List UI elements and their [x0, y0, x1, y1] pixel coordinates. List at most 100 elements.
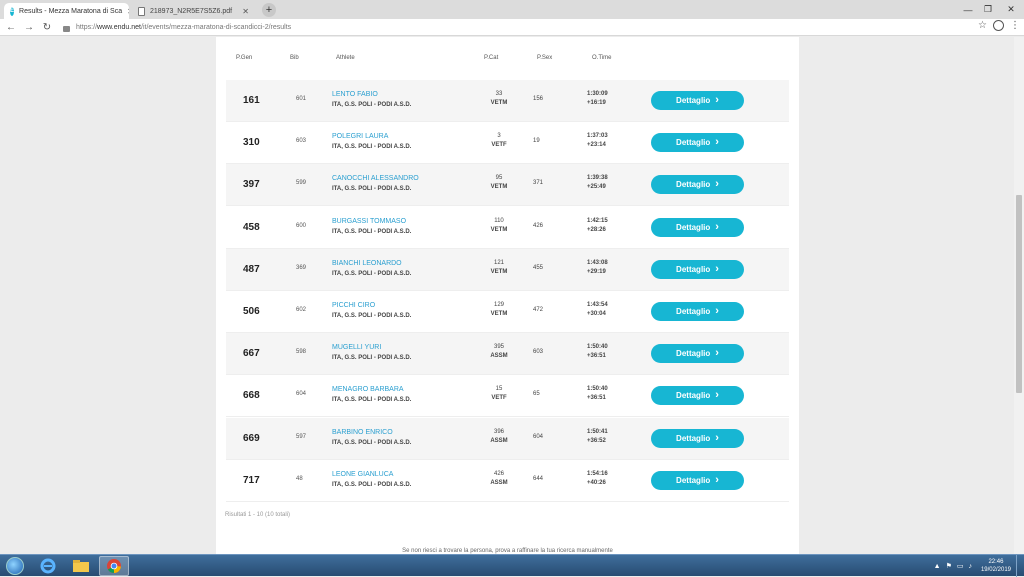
position: 161 — [243, 95, 260, 106]
detail-button[interactable]: Dettaglio › — [651, 470, 744, 490]
athlete-name-link[interactable]: BIANCHI LEONARDO — [332, 260, 402, 267]
athlete-club: ITA, G.S. POLI - PODI A.S.D. — [332, 102, 412, 108]
clock[interactable]: 22:46 19/02/2019 — [981, 558, 1011, 574]
bookmark-star-icon[interactable]: ☆ — [978, 20, 987, 31]
detail-button-label: Dettaglio — [676, 96, 711, 105]
category-code: VETF — [491, 142, 507, 149]
official-time: 1:43:54 — [587, 302, 608, 308]
detail-button-label: Dettaglio — [676, 475, 711, 485]
flag-icon[interactable]: ⚑ — [946, 562, 952, 570]
back-icon[interactable]: ← — [4, 20, 18, 34]
reload-icon[interactable]: ↻ — [40, 20, 54, 34]
bib-number: 597 — [296, 433, 307, 440]
page-scrollbar[interactable] — [1014, 37, 1024, 554]
url-scheme: https:// — [76, 24, 98, 31]
sex-position: 455 — [533, 264, 544, 271]
detail-button[interactable]: Dettaglio › — [651, 91, 744, 110]
menu-kebab-icon[interactable]: ⋮ — [1010, 20, 1020, 31]
sex-position: 644 — [533, 475, 544, 482]
official-time: 1:42:15 — [587, 217, 608, 224]
sex-position: 65 — [533, 391, 540, 398]
position: 668 — [243, 390, 260, 402]
time-gap: +30:04 — [587, 311, 606, 317]
sex-position: 604 — [533, 433, 544, 440]
athlete-name-link[interactable]: BURGASSI TOMMASO — [332, 218, 406, 225]
position: 667 — [243, 348, 260, 360]
network-icon[interactable]: ▭ — [957, 562, 964, 570]
athlete-name-link[interactable]: MENAGRO BARBARA — [332, 386, 404, 393]
detail-button[interactable]: Dettaglio › — [651, 259, 744, 279]
detail-button[interactable]: Dettaglio › — [651, 175, 744, 195]
detail-button[interactable]: Dettaglio › — [651, 133, 744, 153]
clock-time: 22:46 — [988, 559, 1004, 565]
tab-results[interactable]: E Results - Mezza Maratona di Sca ✕ — [4, 3, 129, 19]
category-code: ASSM — [490, 437, 508, 444]
volume-icon[interactable]: ♪ — [968, 563, 972, 570]
athlete-name-link[interactable]: BARBINO ENRICO — [332, 429, 393, 436]
category-position: 110 — [494, 217, 504, 224]
detail-button[interactable]: Dettaglio › — [651, 386, 744, 406]
athlete-name-link[interactable]: LEONE GIANLUCA — [332, 471, 393, 478]
time-gap: +25:49 — [587, 184, 606, 191]
athlete-club: ITA, G.S. POLI - PODI A.S.D. — [332, 481, 412, 488]
athlete-club: ITA, G.S. POLI - PODI A.S.D. — [332, 397, 412, 404]
chevron-right-icon: › — [715, 262, 719, 275]
chevron-right-icon: › — [715, 431, 719, 444]
official-time: 1:50:40 — [587, 344, 608, 351]
window-close-icon[interactable]: ✕ — [998, 0, 1024, 19]
detail-button-label: Dettaglio — [676, 433, 711, 443]
category-code: VETM — [490, 226, 508, 233]
official-time: 1:54:16 — [587, 470, 608, 477]
time-gap: +36:51 — [587, 395, 606, 402]
header-psex: P.Sex — [537, 55, 553, 61]
scrollbar-thumb[interactable] — [1016, 195, 1022, 393]
table-row: 458 600 BURGASSI TOMMASO ITA, G.S. POLI - P… — [226, 207, 789, 249]
athlete-name-link[interactable]: POLEGRI LAURA — [332, 133, 388, 140]
close-icon[interactable]: ✕ — [242, 7, 249, 16]
official-time: 1:30:09 — [587, 91, 608, 97]
bib-number: 48 — [296, 475, 303, 482]
athlete-name-link[interactable]: MUGELLI YURI — [332, 344, 381, 351]
table-row: 161 601 LENTO FABIO ITA, G.S. POLI - PODI A… — [226, 80, 789, 122]
minimize-icon[interactable]: — — [958, 0, 978, 19]
detail-button[interactable]: Dettaglio › — [651, 428, 744, 448]
maximize-icon[interactable]: ❐ — [978, 0, 998, 19]
show-hidden-icons-icon[interactable]: ▲ — [934, 563, 941, 570]
header-pgen: P.Gen — [236, 55, 253, 61]
sex-position: 19 — [533, 138, 540, 145]
tab-pdf[interactable]: 218973_N2R5E7S5Z6.pdf ✕ — [132, 3, 255, 19]
header-pcat: P.Cat — [484, 55, 499, 61]
official-time: 1:50:41 — [587, 428, 608, 435]
category-code: VETM — [490, 184, 508, 191]
detail-button[interactable]: Dettaglio › — [651, 344, 744, 364]
detail-button[interactable]: Dettaglio › — [651, 217, 744, 237]
athlete-name-link[interactable]: LENTO FABIO — [332, 91, 378, 98]
athlete-club: ITA, G.S. POLI - PODI A.S.D. — [332, 313, 412, 319]
athlete-name-link[interactable]: CANOCCHI ALESSANDRO — [332, 175, 419, 182]
detail-button-label: Dettaglio — [676, 180, 711, 190]
forward-icon[interactable]: → — [22, 20, 36, 34]
url-path: /it/events/mezza-maratona-di-scandicci-2… — [141, 24, 292, 31]
profile-avatar-icon[interactable] — [993, 20, 1004, 31]
athlete-name-link[interactable]: PICCHI CIRO — [332, 302, 375, 309]
time-gap: +36:52 — [587, 437, 606, 444]
start-button[interactable] — [1, 555, 29, 577]
category-code: ASSM — [490, 479, 508, 486]
table-row: 717 48 LEONE GIANLUCA ITA, G.S. POLI - PODI… — [226, 460, 789, 502]
clock-date: 19/02/2019 — [980, 567, 1011, 573]
taskbar-app-explorer[interactable] — [66, 556, 96, 576]
detail-button[interactable]: Dettaglio › — [651, 302, 744, 321]
table-row: 669 597 BARBINO ENRICO ITA, G.S. POLI - POD… — [226, 417, 789, 460]
show-desktop-button[interactable] — [1016, 555, 1022, 577]
address-bar[interactable]: https:// www.endu.net /it/events/mezza-m… — [58, 21, 980, 34]
athlete-club: ITA, G.S. POLI - PODI A.S.D. — [332, 270, 412, 277]
taskbar-app-ie[interactable] — [33, 556, 63, 576]
toolbar-right: ☆ ⋮ — [978, 20, 1020, 31]
chevron-right-icon: › — [715, 136, 719, 149]
official-time: 1:37:03 — [587, 133, 608, 140]
category-position: 129 — [493, 302, 504, 308]
chevron-right-icon: › — [715, 94, 719, 106]
taskbar-app-chrome[interactable] — [99, 556, 129, 576]
new-tab-button[interactable]: + — [262, 3, 276, 17]
close-icon[interactable]: ✕ — [127, 7, 129, 16]
